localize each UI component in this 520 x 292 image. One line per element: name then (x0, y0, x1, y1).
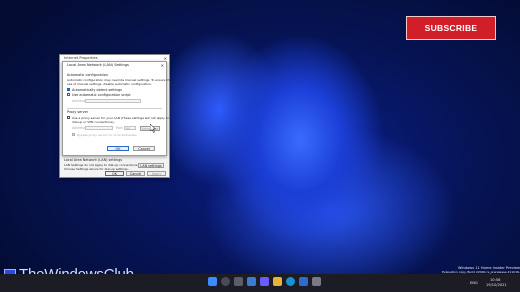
file-explorer-icon[interactable] (273, 277, 282, 286)
cancel-button[interactable]: Cancel (133, 146, 155, 151)
mouse-cursor-icon (150, 124, 156, 133)
close-icon[interactable]: ✕ (161, 62, 164, 69)
bypass-label: Bypass proxy server for local addresses (77, 132, 137, 137)
edge-icon[interactable] (286, 277, 295, 286)
clock-date[interactable]: 19/10/2021 (486, 283, 507, 287)
proxy-port-value: 80 (126, 127, 131, 131)
auto-detect-checkbox[interactable] (67, 88, 70, 91)
bypass-checkbox[interactable] (72, 133, 75, 136)
lan-settings-dialog: Local Area Network (LAN) Settings ✕ Auto… (62, 61, 171, 156)
settings-icon[interactable] (312, 277, 321, 286)
ok-button[interactable]: OK (107, 146, 129, 151)
search-icon[interactable] (221, 277, 230, 286)
ok-button[interactable]: OK (105, 171, 124, 176)
clock-time[interactable]: 10:58 (490, 278, 500, 282)
lan-title-text: Local Area Network (LAN) Settings (67, 63, 129, 67)
task-view-icon[interactable] (234, 277, 243, 286)
auto-config-heading: Automatic configuration (67, 73, 108, 77)
auto-config-desc-2: use of manual settings, disable automati… (67, 82, 152, 86)
proxy-port-label: Port: (116, 126, 124, 130)
proxy-heading: Proxy server (67, 110, 89, 114)
lan-heading: Local Area Network (LAN) settings (64, 158, 123, 162)
cancel-button[interactable]: Cancel (126, 171, 145, 176)
chat-icon[interactable] (260, 277, 269, 286)
use-script-label: Use automatic configuration script (72, 92, 131, 97)
divider (67, 108, 162, 109)
widgets-icon[interactable] (247, 277, 256, 286)
proxy-port-input[interactable]: 80 (124, 126, 136, 131)
proxy-checkbox[interactable] (67, 116, 70, 119)
proxy-address-input[interactable] (85, 126, 113, 130)
lan-settings-title: Local Area Network (LAN) Settings ✕ (63, 62, 166, 69)
proxy-desc-2: dial-up or VPN connections). (72, 119, 115, 124)
taskbar: ENG 10:58 19/10/2021 (0, 274, 520, 292)
lan-settings-button[interactable]: LAN settings (138, 163, 164, 168)
dialog-title-text: Internet Properties (64, 56, 98, 60)
script-address-input[interactable] (85, 99, 141, 103)
auto-detect-label: Automatically detect settings (72, 87, 122, 92)
store-icon[interactable] (299, 277, 308, 286)
language-indicator[interactable]: ENG (470, 281, 478, 285)
apply-button[interactable]: Apply (147, 171, 166, 176)
subscribe-button[interactable]: SUBSCRIBE (406, 16, 496, 40)
start-icon[interactable] (208, 277, 217, 286)
script-address-label: Address (72, 99, 86, 103)
use-script-checkbox[interactable] (67, 93, 70, 96)
